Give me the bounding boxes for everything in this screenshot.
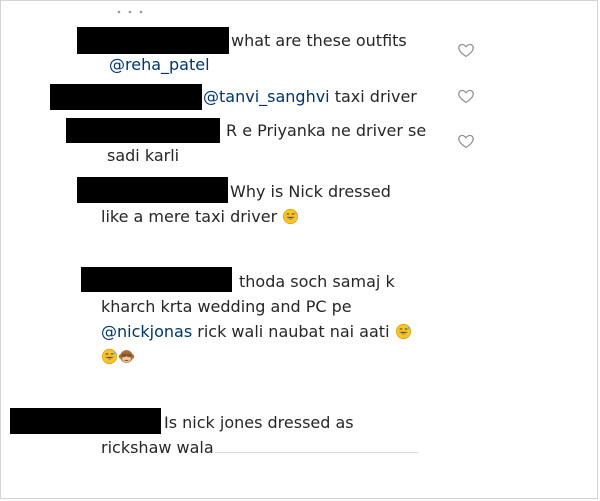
comment-4-body: like a mere taxi driver: [101, 207, 278, 226]
comment-2-text: @tanvi_sanghvi taxi driver: [203, 86, 417, 108]
heart-outline-icon[interactable]: [457, 87, 475, 105]
comment-1-mention[interactable]: @reha_patel: [109, 54, 210, 76]
comment-5-mention[interactable]: @nickjonas: [101, 322, 192, 341]
heart-outline-icon[interactable]: [457, 41, 475, 59]
comment-4-text-line-2: like a mere taxi driver: [101, 206, 299, 228]
comment-5-emoji-line: [101, 346, 135, 368]
comment-6-text-line-2: rickshaw wala: [101, 438, 214, 457]
comment-5-text-line-1: thoda soch samaj k: [239, 272, 395, 291]
grinning-sweat-emoji: [283, 208, 299, 225]
divider: [215, 452, 418, 453]
redacted-username-3: [66, 118, 220, 143]
comment-2-body: taxi driver: [329, 87, 417, 106]
redacted-username-1: [77, 27, 229, 54]
comment-1-text-line-1: what are these outfits: [231, 31, 407, 50]
comment-5-text-line-3: @nickjonas rick wali naubat nai aati: [101, 321, 412, 343]
redacted-username-6: [10, 408, 161, 434]
redacted-username-5: [81, 267, 232, 292]
truncated-content-dots: [117, 10, 143, 14]
comment-5-body: rick wali naubat nai aati: [192, 322, 390, 341]
see-no-evil-monkey-emoji: [118, 350, 135, 363]
redacted-username-4: [77, 177, 228, 203]
comment-3-text-line-1: R e Priyanka ne driver se: [226, 121, 427, 140]
comment-4-text-line-1: Why is Nick dressed: [230, 182, 391, 201]
comment-2-mention[interactable]: @tanvi_sanghvi: [203, 87, 330, 106]
grinning-sweat-emoji: [101, 348, 118, 365]
grinning-sweat-emoji: [395, 323, 411, 340]
comment-5-text-line-2: kharch krta wedding and PC pe: [101, 297, 352, 316]
redacted-username-2: [50, 84, 202, 110]
heart-outline-icon[interactable]: [457, 132, 475, 150]
comment-3-text-line-2: sadi karli: [107, 146, 180, 165]
comment-6-text-line-1: Is nick jones dressed as: [164, 413, 354, 432]
